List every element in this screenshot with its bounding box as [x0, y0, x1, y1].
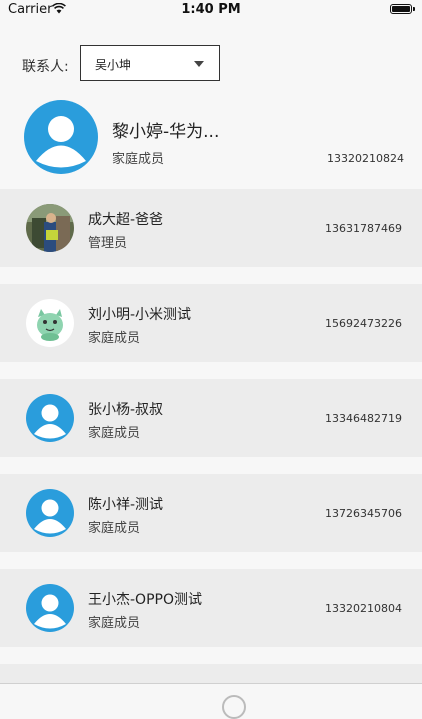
member-name: 刘小明-小米测试 — [88, 307, 192, 323]
member-role: 管理员 — [88, 236, 128, 251]
member-name: 成大超-爸爸 — [88, 212, 164, 228]
member-row[interactable]: 成大超-爸爸 管理员 13631787469 — [0, 189, 422, 267]
member-phone: 13346482719 — [325, 412, 402, 425]
member-name: 张小杨-叔叔 — [88, 402, 164, 418]
user-avatar-icon — [24, 100, 98, 174]
member-phone: 13631787469 — [325, 222, 402, 235]
current-contact-name: 黎小婷-华为... — [112, 122, 220, 142]
member-phone: 15692473226 — [325, 317, 402, 330]
photo-avatar-icon — [26, 204, 74, 252]
current-contact-role: 家庭成员 — [112, 152, 165, 167]
member-role: 家庭成员 — [88, 331, 141, 346]
member-name: 陈小祥-测试 — [88, 497, 164, 513]
clock-time: 1:40 PM — [181, 2, 241, 17]
status-bar: Carrier 1:40 PM — [0, 0, 422, 20]
contact-dropdown[interactable]: 吴小坤 — [80, 45, 220, 81]
user-avatar-icon — [26, 394, 74, 442]
member-role: 家庭成员 — [88, 426, 141, 441]
bottom-tab-bar — [0, 683, 422, 719]
contact-filter-label: 联系人: — [22, 59, 69, 75]
member-row[interactable]: 王小杰-OPPO测试 家庭成员 13320210804 — [0, 569, 422, 647]
current-contact-phone: 13320210824 — [327, 152, 404, 165]
member-row[interactable]: 陈小祥-测试 家庭成员 13726345706 — [0, 474, 422, 552]
user-avatar-icon — [26, 584, 74, 632]
member-phone: 13320210804 — [325, 602, 402, 615]
member-row[interactable]: 张小杨-叔叔 家庭成员 13346482719 — [0, 379, 422, 457]
battery-icon — [390, 4, 415, 14]
green-cartoon-avatar-icon — [26, 299, 74, 347]
member-role: 家庭成员 — [88, 616, 141, 631]
user-avatar-icon — [26, 489, 74, 537]
member-row[interactable]: 刘小明-小米测试 家庭成员 15692473226 — [0, 284, 422, 362]
member-role: 家庭成员 — [88, 521, 141, 536]
tab-icon[interactable] — [222, 695, 246, 719]
member-name: 王小杰-OPPO测试 — [88, 592, 202, 608]
current-contact-card[interactable]: 黎小婷-华为... 家庭成员 13320210824 — [0, 95, 422, 185]
member-phone: 13726345706 — [325, 507, 402, 520]
contact-dropdown-value: 吴小坤 — [95, 58, 132, 72]
chevron-down-icon — [194, 61, 204, 67]
